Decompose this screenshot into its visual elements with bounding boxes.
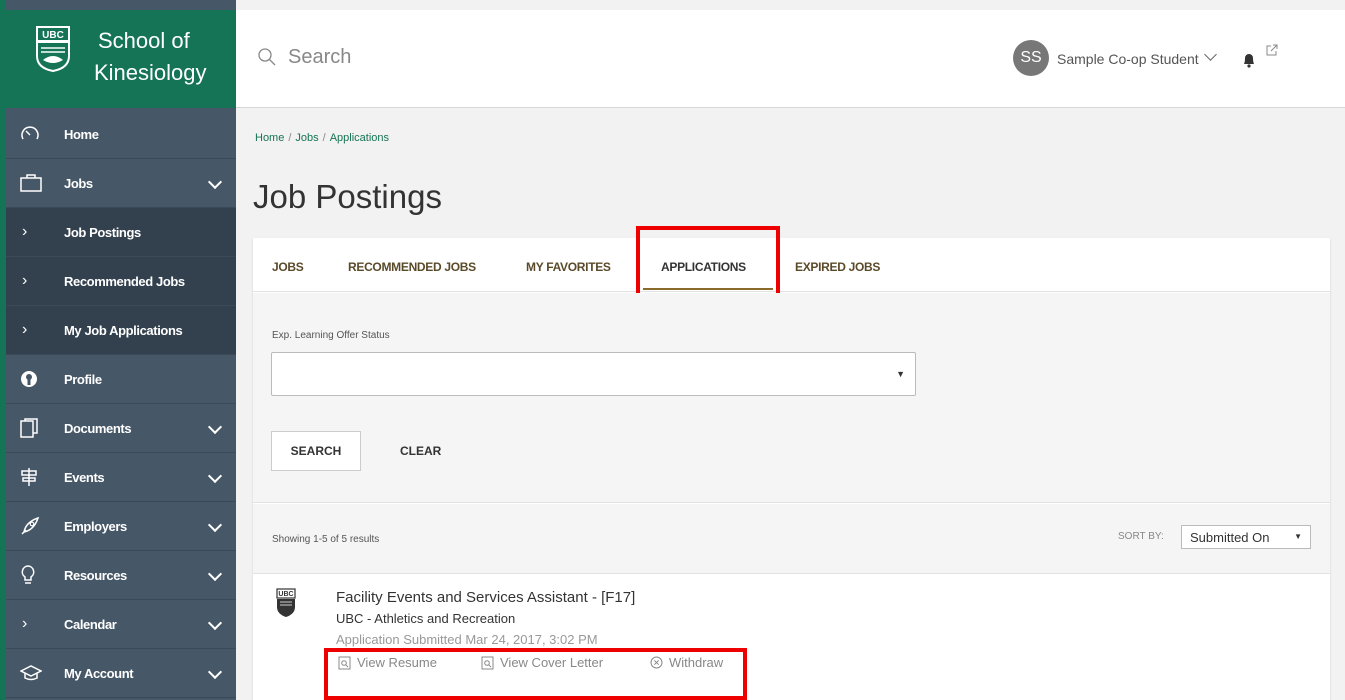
sidebar-item-label: Home — [64, 126, 99, 142]
speedometer-icon — [21, 126, 39, 140]
chevron-right-icon: › — [22, 272, 27, 289]
briefcase-icon — [20, 174, 42, 192]
sidebar-item-label: Jobs — [64, 175, 93, 191]
sidebar-item-home[interactable]: Home — [6, 110, 236, 159]
offer-status-label: Exp. Learning Offer Status — [272, 330, 390, 341]
submitted-date: Application Submitted Mar 24, 2017, 3:02… — [336, 632, 598, 647]
chevron-down-icon — [207, 419, 223, 435]
sidebar-item-recommended-jobs[interactable]: › Recommended Jobs — [6, 257, 236, 306]
sidebar-item-label: My Account — [64, 665, 134, 681]
sort-value: Submitted On — [1190, 530, 1270, 545]
sidebar-item-label: Profile — [64, 371, 102, 387]
employer-name: UBC - Athletics and Recreation — [336, 611, 516, 626]
sidebar-item-label: Employers — [64, 518, 127, 534]
brand-name-line1: School of — [98, 28, 190, 53]
sidebar-item-label: Documents — [64, 420, 132, 436]
svg-text:UBC: UBC — [278, 591, 293, 598]
sort-label: SORT BY: — [1118, 531, 1164, 542]
sort-select[interactable]: Submitted On ▼ — [1181, 525, 1311, 549]
signpost-icon — [21, 468, 37, 486]
ubc-crest-icon: UBC — [36, 26, 70, 72]
chevron-right-icon: › — [22, 321, 27, 338]
tab-my-favorites[interactable]: MY FAVORITES — [526, 260, 611, 274]
chevron-down-icon — [207, 664, 223, 680]
external-link-icon[interactable] — [1266, 44, 1278, 56]
breadcrumb-separator: / — [288, 132, 292, 144]
graduation-cap-icon — [20, 665, 42, 681]
lightbulb-icon — [21, 565, 35, 584]
documents-icon — [20, 418, 38, 438]
sidebar-item-label: Resources — [64, 567, 127, 583]
brand-header[interactable]: UBC School of Kinesiology — [6, 10, 236, 108]
actions-highlight — [324, 648, 747, 700]
sidebar-item-employers[interactable]: Employers — [6, 502, 236, 551]
clear-button[interactable]: CLEAR — [400, 444, 441, 458]
chevron-down-icon — [207, 174, 223, 190]
sidebar-item-my-job-applications[interactable]: › My Job Applications — [6, 306, 236, 355]
results-bar: Showing 1-5 of 5 results SORT BY: Submit… — [253, 504, 1330, 574]
breadcrumb-home[interactable]: Home — [255, 132, 284, 144]
sidebar-item-events[interactable]: Events — [6, 453, 236, 502]
sidebar-item-documents[interactable]: Documents — [6, 404, 236, 453]
offer-status-select[interactable]: ▼ — [271, 352, 916, 396]
results-count: Showing 1-5 of 5 results — [272, 534, 380, 545]
page-title: Job Postings — [253, 178, 442, 215]
sidebar-item-jobs[interactable]: Jobs — [6, 159, 236, 208]
brand-name-line2: Kinesiology — [94, 60, 207, 85]
bell-icon[interactable] — [1242, 52, 1256, 68]
dropdown-caret-icon: ▼ — [896, 369, 905, 379]
svg-text:UBC: UBC — [42, 30, 64, 41]
sidebar-item-label: Events — [64, 469, 105, 485]
job-postings-card: JOBS RECOMMENDED JOBS MY FAVORITES APPLI… — [253, 226, 1330, 700]
breadcrumb-jobs[interactable]: Jobs — [295, 132, 318, 144]
sidebar-nav: Home Jobs › Job Postings › Recommended J… — [6, 110, 236, 698]
tab-expired-jobs[interactable]: EXPIRED JOBS — [795, 260, 880, 274]
ubc-logo-icon: UBC — [276, 588, 296, 617]
sidebar-item-my-account[interactable]: My Account — [6, 649, 236, 698]
chevron-right-icon: › — [22, 223, 27, 240]
chevron-down-icon[interactable] — [1204, 48, 1217, 61]
sidebar-top-strip — [6, 0, 236, 10]
breadcrumb: Home / Jobs / Applications — [255, 132, 389, 144]
profile-icon — [21, 371, 37, 387]
sidebar-item-label: My Job Applications — [64, 322, 183, 338]
chevron-right-icon: › — [22, 615, 27, 632]
dropdown-caret-icon: ▼ — [1294, 532, 1302, 541]
sidebar-item-job-postings[interactable]: › Job Postings — [6, 208, 236, 257]
sidebar-item-resources[interactable]: Resources — [6, 551, 236, 600]
rocket-icon — [21, 516, 40, 535]
breadcrumb-separator: / — [322, 132, 326, 144]
filter-panel: Exp. Learning Offer Status ▼ SEARCH CLEA… — [253, 293, 1330, 503]
search-icon — [258, 48, 276, 66]
sidebar-item-label: Recommended Jobs — [64, 273, 185, 289]
tab-jobs[interactable]: JOBS — [272, 260, 304, 274]
applications-tab-highlight — [636, 226, 780, 298]
breadcrumb-applications[interactable]: Applications — [330, 132, 389, 144]
avatar[interactable]: SS — [1013, 40, 1049, 76]
search-input[interactable] — [288, 46, 588, 69]
chevron-down-icon — [207, 615, 223, 631]
search-button[interactable]: SEARCH — [271, 431, 361, 471]
sidebar-item-label: Calendar — [64, 616, 117, 632]
tab-bar: JOBS RECOMMENDED JOBS MY FAVORITES APPLI… — [253, 238, 1330, 292]
sidebar-item-label: Job Postings — [64, 224, 141, 240]
chevron-down-icon — [207, 566, 223, 582]
chevron-down-icon — [207, 468, 223, 484]
user-name[interactable]: Sample Co-op Student — [1057, 51, 1199, 67]
top-bar: SS Sample Co-op Student — [236, 10, 1345, 108]
job-title-link[interactable]: Facility Events and Services Assistant -… — [336, 589, 635, 606]
sidebar: UBC School of Kinesiology Home Jobs › Jo… — [0, 0, 236, 700]
chevron-down-icon — [207, 517, 223, 533]
tab-recommended-jobs[interactable]: RECOMMENDED JOBS — [348, 260, 476, 274]
sidebar-item-profile[interactable]: Profile — [6, 355, 236, 404]
sidebar-item-calendar[interactable]: › Calendar — [6, 600, 236, 649]
